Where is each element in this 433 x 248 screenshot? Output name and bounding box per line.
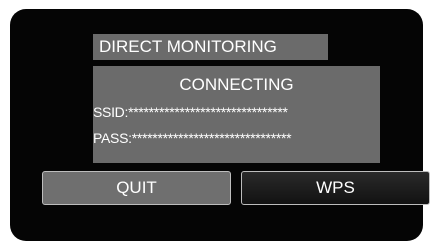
- page-title: DIRECT MONITORING: [93, 34, 328, 60]
- screen: DIRECT MONITORING CONNECTING SSID:******…: [0, 0, 433, 248]
- wps-button[interactable]: WPS: [241, 171, 430, 205]
- connection-status-box: CONNECTING SSID:************************…: [93, 66, 380, 163]
- ssid-line: SSID:*******************************: [93, 104, 288, 120]
- camera-dialog-panel: DIRECT MONITORING CONNECTING SSID:******…: [10, 9, 430, 241]
- password-line: PASS:*******************************: [93, 130, 292, 146]
- quit-button[interactable]: QUIT: [42, 171, 231, 205]
- status-title: CONNECTING: [179, 75, 294, 94]
